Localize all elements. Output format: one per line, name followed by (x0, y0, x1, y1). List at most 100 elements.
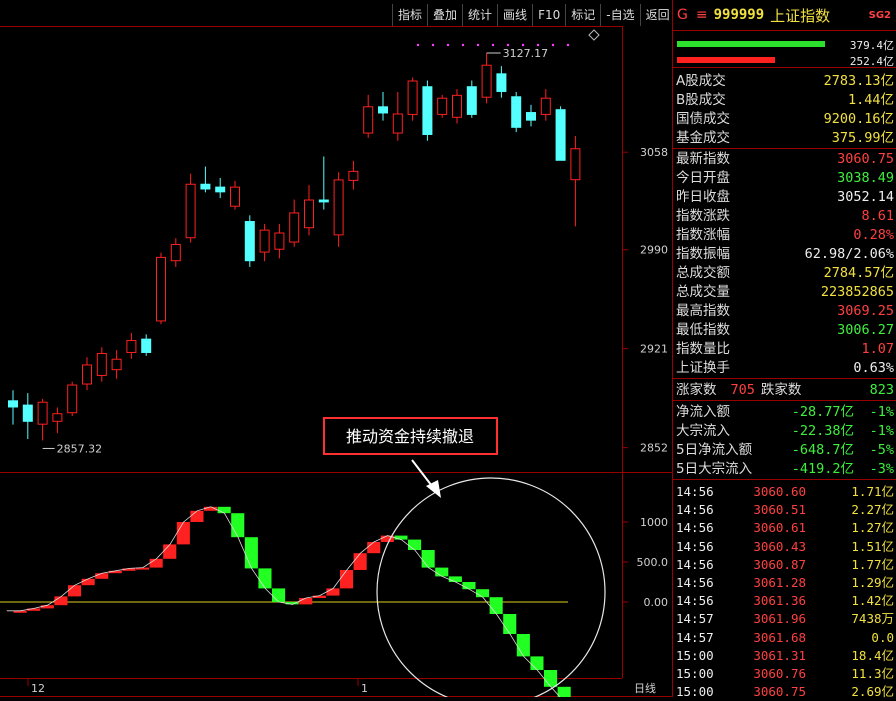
indicator-bar-down (421, 550, 435, 568)
indicator-bar-down (272, 588, 286, 602)
stat-value: 9200.16亿 (823, 111, 894, 127)
stat-label: 指数量比 (676, 341, 730, 357)
stat-row: 总成交额 2784.57亿 (673, 264, 896, 283)
stat-row: 基金成交 375.99亿 (673, 129, 896, 148)
candle-body-up (230, 186, 240, 207)
down-count-label: 跌家数 (760, 382, 802, 398)
volume-bars: 379.4亿 252.4亿 (673, 31, 896, 68)
tick-time: 14:56 (676, 556, 714, 572)
axis-labels: 3058 2990 2921 2852 3127.17 2857.32 1000 500.0 0… (31, 47, 668, 695)
indicator-bar-down (557, 686, 571, 697)
indicator-bars (0, 417, 606, 697)
candle-body-up (170, 243, 181, 262)
stat-value: 2784.57亿 (823, 265, 894, 281)
signal-dot (551, 43, 555, 47)
signal-dot (446, 43, 450, 47)
tick-time: 14:56 (676, 574, 714, 590)
x-axis-label: 12 (31, 682, 45, 695)
tick-price: 3061.28 (753, 574, 806, 590)
stat-value: 0.63% (853, 360, 894, 376)
tick-price: 3060.75 (753, 684, 806, 700)
tick-volume: 1.29亿 (851, 574, 894, 590)
tick-price: 3061.68 (753, 629, 806, 645)
market-prefix: G (677, 7, 688, 23)
stat-value: 0.28% (853, 227, 894, 243)
candle-body-up (407, 80, 418, 115)
flow-label: 净流入额 (676, 404, 730, 420)
stat-label: 指数涨跌 (676, 208, 730, 224)
tick-list[interactable]: 14:56 3060.60 1.71亿 14:56 3060.51 2.27亿 14:56 3… (673, 479, 896, 701)
candle-body-down (526, 112, 536, 121)
tick-volume: 7438万 (851, 611, 894, 627)
tick-volume: 2.27亿 (851, 502, 894, 518)
tick-price: 3061.36 (753, 593, 806, 609)
candle-body-down (496, 73, 507, 92)
signal-dot (566, 43, 570, 47)
indicator-bar-down (408, 539, 422, 550)
stat-label: 总成交额 (676, 265, 730, 281)
indicator-bar-up (149, 558, 163, 568)
stat-row: 指数量比 1.07 (673, 340, 896, 359)
stat-value: 1.07 (861, 341, 894, 357)
indicator-bar-down (516, 634, 530, 657)
stat-row: A股成交 2783.13亿 (673, 72, 896, 91)
flow-value: -419.2亿 (791, 461, 854, 477)
stat-value: 3038.49 (837, 170, 894, 186)
flow-row: 净流入额 -28.77亿 -1% (673, 403, 896, 422)
tick-volume: 2.69亿 (851, 684, 894, 700)
high-value-label: 3127.17 (503, 47, 548, 60)
stat-label: 指数涨幅 (676, 227, 730, 243)
candle-body-up (96, 352, 107, 376)
indicator-bar-down (244, 537, 258, 569)
candle-body-up (540, 97, 551, 115)
stock-name: 上证指数 (770, 6, 831, 25)
period-label[interactable]: 日线 (634, 681, 656, 695)
indicator-bar-up (81, 578, 95, 586)
stat-value: 3069.25 (837, 303, 894, 319)
stat-value: 375.99亿 (831, 130, 894, 146)
indicator-bar-down (435, 567, 449, 577)
up-count-label: 涨家数 (676, 382, 717, 398)
candle-body-up (348, 170, 359, 181)
indicator-bar-up (299, 598, 313, 605)
candle-body-up (452, 94, 462, 118)
stat-value: 3006.27 (837, 322, 894, 338)
tick-price: 3060.76 (753, 665, 806, 681)
candle-body-up (333, 179, 344, 236)
candle-body-up (82, 364, 92, 385)
candle-body-up (437, 97, 448, 115)
down-volume-value: 252.4亿 (849, 55, 894, 68)
tick-time: 14:57 (676, 629, 714, 645)
indicator-bar-up (326, 588, 340, 596)
down-count-value: 823 (869, 382, 894, 398)
signal-dot (416, 43, 420, 47)
indicator-bar-down (258, 568, 272, 589)
tick-time: 14:57 (676, 611, 714, 627)
indicator-bar-down (489, 597, 503, 614)
indicator-bar-down (231, 513, 245, 538)
candle-body-up (52, 413, 63, 422)
flow-row: 5日净流入额 -648.7亿 -5% (673, 441, 896, 460)
tick-row: 14:57 3061.68 0.0 (673, 629, 896, 647)
tick-volume: 18.4亿 (851, 647, 894, 663)
updown-count: 涨家数 705 跌家数 823 (673, 378, 896, 400)
candle-body-up (274, 232, 285, 250)
ind-tick-label: 0.00 (644, 596, 669, 609)
stat-row: 最高指数 3069.25 (673, 302, 896, 321)
flow-pct: -1% (869, 404, 894, 420)
indicator-bar-down (217, 506, 231, 514)
turnover-stats: A股成交 2783.13亿 B股成交 1.44亿 国债成交 9200.16亿 基金成交 375… (673, 68, 896, 148)
tick-price: 3060.87 (753, 556, 806, 572)
candle-body-down (422, 86, 433, 135)
kline-chart[interactable]: 3058 2990 2921 2852 3127.17 2857.32 1000 500.0 0… (0, 0, 672, 697)
candle-body-down (200, 183, 211, 190)
tick-price: 3060.60 (753, 484, 806, 499)
candle-body-up (185, 183, 196, 239)
indicator-bar-down (503, 614, 517, 634)
menu-icon[interactable]: ≡ (696, 7, 708, 23)
tick-volume: 11.3亿 (851, 665, 894, 681)
indicator-bar-up (54, 596, 68, 606)
tick-price: 3060.61 (753, 520, 806, 536)
price-tick-label: 2921 (640, 343, 668, 356)
candle-body-down (555, 109, 566, 161)
